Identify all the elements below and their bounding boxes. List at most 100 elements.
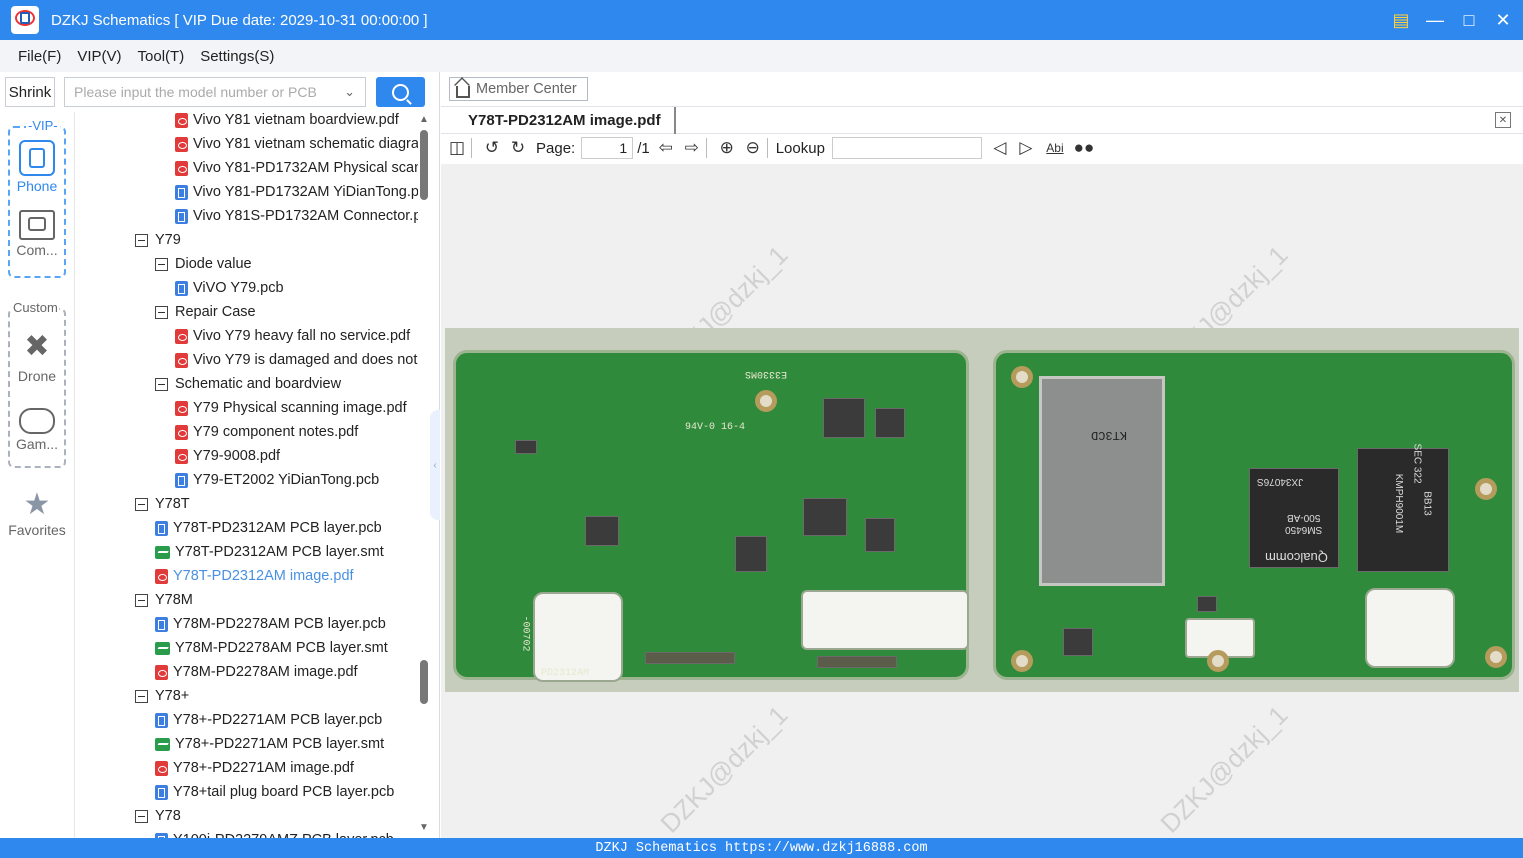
scrollbar-thumb-2[interactable] xyxy=(420,660,428,704)
search-input[interactable]: Please input the model number or PCB ⌄ xyxy=(64,77,366,107)
tree-folder[interactable]: Y78T xyxy=(135,492,190,516)
tree-item-label: Vivo Y79 heavy fall no service.pdf xyxy=(193,328,411,344)
rotate-right-icon[interactable]: ↻ xyxy=(508,138,528,158)
vip-card-icon[interactable]: ▤ xyxy=(1391,10,1411,30)
tree-file[interactable]: Y78M-PD2278AM PCB layer.smt xyxy=(155,636,388,660)
page-number-input[interactable]: 1 xyxy=(581,137,634,159)
match-case-icon[interactable]: Abi xyxy=(1042,138,1068,158)
collapse-toggle-icon[interactable] xyxy=(135,809,148,823)
category-drone-label: Drone xyxy=(17,368,57,384)
tree-folder[interactable]: Y78 xyxy=(135,804,181,828)
menu-file[interactable]: File(F) xyxy=(18,48,61,65)
window-title: DZKJ Schematics [ VIP Due date: 2029-10-… xyxy=(51,11,428,29)
tree-folder[interactable]: Diode value xyxy=(155,252,252,276)
tree-file[interactable]: Vivo Y79 is damaged and does not turn on… xyxy=(175,348,418,372)
board-cutout xyxy=(1365,588,1455,668)
tree-file[interactable]: Vivo Y81S-PD1732AM Connector.pcb xyxy=(175,204,418,228)
tree-file[interactable]: ViVO Y79.pcb xyxy=(175,276,284,300)
find-previous-icon[interactable]: ◁ xyxy=(990,138,1010,158)
tree-file[interactable]: Vivo Y81-PD1732AM YiDianTong.pcb xyxy=(175,180,418,204)
tree-folder[interactable]: Y78M xyxy=(135,588,193,612)
category-game[interactable]: Gam... xyxy=(0,402,74,452)
pcb-file-icon xyxy=(155,520,168,536)
zoom-out-icon[interactable]: ⊖ xyxy=(743,138,763,158)
tree-file[interactable]: Vivo Y81 vietnam schematic diagram.pdf xyxy=(175,132,418,156)
collapse-toggle-icon[interactable] xyxy=(155,305,168,319)
collapse-toggle-icon[interactable] xyxy=(155,257,168,271)
tree-file[interactable]: Y78+-PD2271AM PCB layer.pcb xyxy=(155,708,382,732)
chip xyxy=(735,536,767,572)
screw-hole xyxy=(755,390,777,412)
tree-folder[interactable]: Y79 xyxy=(135,228,181,252)
find-next-icon[interactable]: ▷ xyxy=(1016,138,1036,158)
minimize-icon[interactable]: — xyxy=(1425,10,1445,30)
tree-file[interactable]: Y78T-PD2312AM image.pdf xyxy=(155,564,354,588)
scroll-down-icon[interactable]: ▼ xyxy=(419,822,429,833)
close-icon[interactable]: ✕ xyxy=(1493,10,1513,30)
tree-file[interactable]: Y79-9008.pdf xyxy=(175,444,280,468)
tree-folder[interactable]: Schematic and boardview xyxy=(155,372,341,396)
shrink-button[interactable]: Shrink xyxy=(5,77,55,107)
tree-file[interactable]: Y78M-PD2278AM PCB layer.pcb xyxy=(155,612,386,636)
tree-file[interactable]: Y78+tail plug board PCB layer.pcb xyxy=(155,780,394,804)
vip-group-label: -VIP- xyxy=(26,118,60,133)
tree-file[interactable]: Y79 Physical scanning image.pdf xyxy=(175,396,407,420)
document-panel: Member Center Y78T-PD2312AM image.pdf ✕ … xyxy=(441,72,1523,838)
tree-file[interactable]: Vivo Y81 vietnam boardview.pdf xyxy=(175,112,399,132)
binoculars-icon[interactable]: ●● xyxy=(1074,138,1095,158)
tree-file[interactable]: Vivo Y81-PD1732AM Physical scanning imag… xyxy=(175,156,418,180)
menu-vip[interactable]: VIP(V) xyxy=(77,48,121,65)
collapse-toggle-icon[interactable] xyxy=(135,497,148,511)
tree-file[interactable]: Y78+-PD2271AM image.pdf xyxy=(155,756,354,780)
tree-item-label: Y78+ xyxy=(155,688,190,704)
chevron-down-icon[interactable]: ⌄ xyxy=(344,84,355,100)
search-button[interactable] xyxy=(376,77,425,107)
tree-file[interactable]: Y78T-PD2312AM PCB layer.pcb xyxy=(155,516,382,540)
smt-file-icon xyxy=(155,545,170,559)
tree-item-label: Vivo Y79 is damaged and does not turn on… xyxy=(193,352,418,368)
member-center-button[interactable]: Member Center xyxy=(449,77,588,101)
zoom-in-icon[interactable]: ⊕ xyxy=(717,138,737,158)
favorites-button[interactable]: ★ Favorites xyxy=(0,488,74,538)
next-page-icon[interactable]: ⇨ xyxy=(682,138,702,158)
collapse-toggle-icon[interactable] xyxy=(135,593,148,607)
menu-settings[interactable]: Settings(S) xyxy=(200,48,274,65)
tree-file[interactable]: Y79 component notes.pdf xyxy=(175,420,358,444)
collapse-toggle-icon[interactable] xyxy=(135,233,148,247)
close-tab-icon[interactable]: ✕ xyxy=(1495,112,1511,128)
collapse-toggle-icon[interactable] xyxy=(135,689,148,703)
tab-document[interactable]: Y78T-PD2312AM image.pdf xyxy=(455,107,676,134)
tree-file[interactable]: Y78+-PD2271AM PCB layer.smt xyxy=(155,732,384,756)
previous-page-icon[interactable]: ⇦ xyxy=(656,138,676,158)
tree-file[interactable]: Vivo Y79 heavy fall no service.pdf xyxy=(175,324,410,348)
board-marking: PD2312AM xyxy=(541,668,590,679)
rotate-left-icon[interactable]: ↺ xyxy=(482,138,502,158)
board-marking-2: 94V-0 16-4 xyxy=(685,422,746,433)
tree-folder[interactable]: Y78+ xyxy=(135,684,189,708)
tree-folder[interactable]: Repair Case xyxy=(155,300,256,324)
pdf-viewer[interactable]: DZKJ@dzkj_1 DZKJ@dzkj_1 DZKJ@dzkj_1 DZKJ… xyxy=(441,164,1523,838)
phone-icon xyxy=(19,140,55,176)
collapse-toggle-icon[interactable] xyxy=(155,377,168,391)
search-placeholder: Please input the model number or PCB xyxy=(74,84,317,100)
tree-file[interactable]: Y78T-PD2312AM PCB layer.smt xyxy=(155,540,384,564)
maximize-icon[interactable]: □ xyxy=(1459,10,1479,30)
pcb-file-icon xyxy=(175,280,188,296)
lookup-input[interactable] xyxy=(831,137,982,159)
two-page-view-icon[interactable]: ◫ xyxy=(447,138,467,158)
tree-file[interactable]: Y100i-PD2279AMZ PCB layer.pcb xyxy=(155,828,394,838)
scrollbar-thumb[interactable] xyxy=(420,130,428,200)
tree-file[interactable]: Y79-ET2002 YiDianTong.pcb xyxy=(175,468,379,492)
document-tabs: Y78T-PD2312AM image.pdf ✕ xyxy=(441,106,1523,134)
search-icon xyxy=(392,83,409,101)
tree-file[interactable]: Y78M-PD2278AM image.pdf xyxy=(155,660,358,684)
category-drone[interactable]: ✖ Drone xyxy=(0,330,74,384)
collapse-panel-handle[interactable]: ‹ xyxy=(430,410,440,520)
category-computer[interactable]: Com... xyxy=(0,210,74,258)
screw-hole xyxy=(1485,646,1507,668)
tree-scrollbar[interactable]: ▲ ▼ xyxy=(418,112,430,838)
scroll-up-icon[interactable]: ▲ xyxy=(419,114,429,125)
menu-tool[interactable]: Tool(T) xyxy=(138,48,185,65)
chip xyxy=(1063,628,1093,656)
category-phone[interactable]: Phone xyxy=(0,140,74,194)
